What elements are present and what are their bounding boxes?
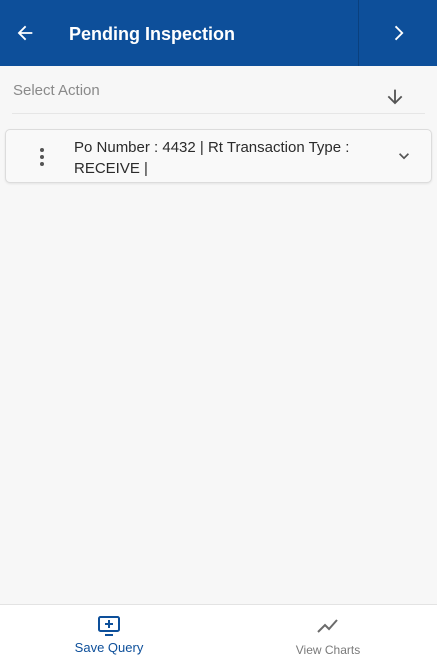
- save-query-label: Save Query: [74, 640, 144, 655]
- chevron-right-icon: [394, 25, 404, 41]
- kebab-menu-icon: [40, 148, 44, 166]
- view-charts-button[interactable]: View Charts: [219, 605, 437, 664]
- item-menu-button[interactable]: [34, 146, 50, 168]
- back-button[interactable]: [0, 0, 50, 66]
- page-title: Pending Inspection: [69, 24, 236, 44]
- monitor-add-icon: [98, 616, 120, 636]
- expand-button[interactable]: [394, 146, 414, 166]
- chevron-down-icon: [399, 153, 409, 160]
- list-item-text: Po Number : 4432 | Rt Transaction Type :…: [74, 139, 350, 177]
- select-action-bar: Select Action: [12, 72, 425, 114]
- view-charts-label: View Charts: [295, 643, 361, 657]
- list-item[interactable]: Po Number : 4432 | Rt Transaction Type :…: [5, 129, 432, 183]
- sort-button[interactable]: [384, 86, 408, 110]
- save-query-button[interactable]: Save Query: [0, 605, 218, 664]
- line-chart-icon: [317, 619, 338, 633]
- next-button[interactable]: [359, 0, 437, 66]
- app-header: Pending Inspection: [0, 0, 437, 66]
- arrow-left-icon: [17, 25, 33, 41]
- bottom-toolbar: Save Query View Charts: [0, 604, 437, 664]
- arrow-down-icon: [387, 89, 403, 105]
- select-action-dropdown[interactable]: Select Action: [13, 82, 100, 100]
